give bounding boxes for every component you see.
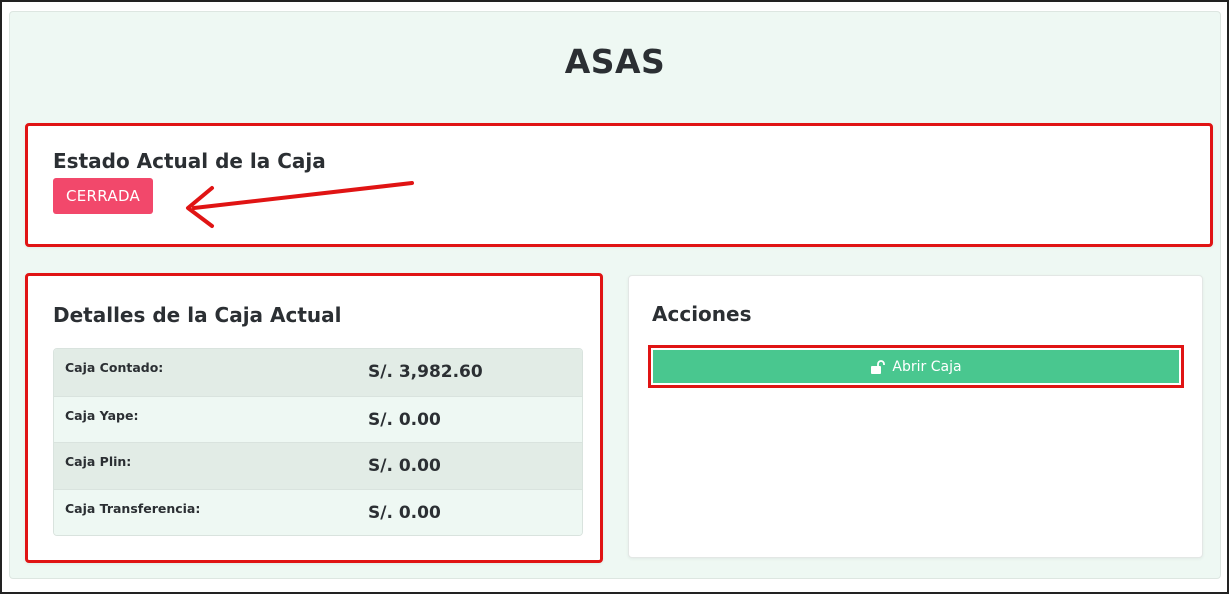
detalles-card: Detalles de la Caja Actual Caja Contado:… [25,273,603,563]
row-label: Caja Contado: [65,360,164,375]
detalles-table: Caja Contado: S/. 3,982.60 Caja Yape: S/… [53,348,583,536]
row-label: Caja Plin: [65,454,132,469]
acciones-title: Acciones [652,302,752,326]
row-value: S/. 0.00 [368,502,441,523]
row-value: S/. 3,982.60 [368,362,483,382]
arrow-annotation-icon [186,181,414,228]
table-row: Caja Contado: S/. 3,982.60 [54,349,582,396]
estado-title: Estado Actual de la Caja [53,149,326,173]
open-caja-label: Abrir Caja [892,358,962,375]
status-badge: CERRADA [53,178,154,214]
row-label: Caja Yape: [65,407,139,423]
screenshot-frame: ASAS Estado Actual de la Caja CERRADA De… [0,0,1229,594]
open-caja-button[interactable]: Abrir Caja [653,350,1179,383]
page-title: ASAS [564,42,666,81]
row-label: Caja Transferencia: [65,500,201,516]
table-row: Caja Yape: S/. 0.00 [54,395,582,442]
unlock-icon [871,359,886,374]
row-value: S/. 0.00 [368,409,441,430]
acciones-card: Acciones Abrir Caja [628,275,1203,558]
row-value: S/. 0.00 [368,456,441,476]
open-button-highlight: Abrir Caja [648,345,1184,388]
detalles-title: Detalles de la Caja Actual [53,303,342,327]
table-row: Caja Plin: S/. 0.00 [54,442,582,489]
table-row: Caja Transferencia: S/. 0.00 [54,488,582,535]
